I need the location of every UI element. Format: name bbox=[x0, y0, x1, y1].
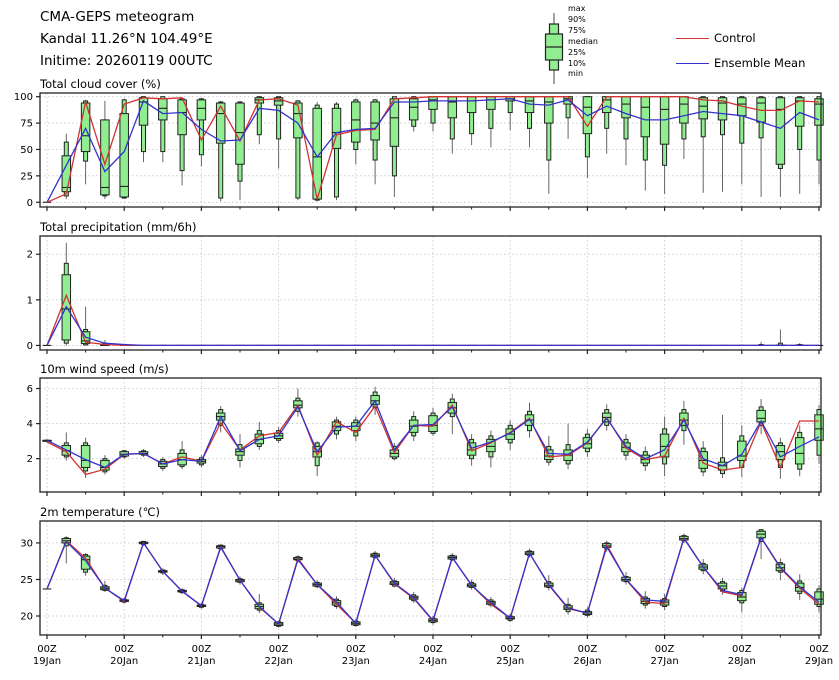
svg-text:00Z: 00Z bbox=[192, 644, 212, 655]
cloud-cover-chart: 0 25 50 75 100 bbox=[0, 85, 839, 215]
figure-header: CMA-GEPS meteogram Kandal 11.26°N 104.49… bbox=[40, 6, 213, 72]
svg-text:00Z: 00Z bbox=[578, 644, 598, 655]
svg-text:00Z: 00Z bbox=[732, 644, 752, 655]
wind-speed-chart: 2 4 6 bbox=[0, 370, 839, 500]
svg-text:00Z: 00Z bbox=[500, 644, 520, 655]
legend-control-label: Control bbox=[714, 31, 756, 45]
svg-text:75: 75 bbox=[20, 119, 33, 130]
temperature-chart: 20253000Z19Jan00Z20Jan00Z21Jan00Z22Jan00… bbox=[0, 513, 839, 680]
box-whisker-legend: max 90% 75% median 25% 10% min bbox=[568, 4, 598, 80]
page-title: CMA-GEPS meteogram bbox=[40, 6, 213, 28]
svg-text:22Jan: 22Jan bbox=[265, 656, 293, 667]
control-line-swatch bbox=[676, 38, 709, 39]
svg-text:20: 20 bbox=[20, 612, 33, 623]
svg-text:00Z: 00Z bbox=[114, 644, 134, 655]
ensemble-mean-line-swatch bbox=[676, 63, 709, 64]
svg-text:30: 30 bbox=[20, 538, 33, 549]
svg-text:100: 100 bbox=[14, 92, 33, 103]
svg-text:21Jan: 21Jan bbox=[187, 656, 215, 667]
svg-text:25: 25 bbox=[20, 171, 33, 182]
svg-text:00Z: 00Z bbox=[37, 644, 57, 655]
precipitation-chart: 0 1 2 bbox=[0, 228, 839, 358]
legend-label-75: 75% bbox=[568, 26, 598, 37]
svg-text:2: 2 bbox=[27, 250, 33, 261]
svg-text:00Z: 00Z bbox=[809, 644, 829, 655]
svg-text:26Jan: 26Jan bbox=[573, 656, 601, 667]
svg-text:27Jan: 27Jan bbox=[651, 656, 679, 667]
legend-label-median: median bbox=[568, 37, 598, 48]
box-whisker-icon bbox=[540, 8, 568, 88]
svg-text:28Jan: 28Jan bbox=[728, 656, 756, 667]
svg-text:20Jan: 20Jan bbox=[110, 656, 138, 667]
init-time: Initime: 20260119 00UTC bbox=[40, 50, 213, 72]
svg-text:00Z: 00Z bbox=[655, 644, 675, 655]
legend-label-max: max bbox=[568, 4, 598, 15]
svg-text:0: 0 bbox=[27, 341, 33, 352]
station-coordinates: Kandal 11.26°N 104.49°E bbox=[40, 28, 213, 50]
svg-text:19Jan: 19Jan bbox=[33, 656, 61, 667]
svg-text:25: 25 bbox=[20, 575, 33, 586]
svg-text:24Jan: 24Jan bbox=[419, 656, 447, 667]
svg-text:00Z: 00Z bbox=[269, 644, 289, 655]
svg-text:4: 4 bbox=[27, 419, 33, 430]
svg-text:2: 2 bbox=[27, 454, 33, 465]
svg-text:1: 1 bbox=[27, 295, 33, 306]
svg-text:00Z: 00Z bbox=[423, 644, 443, 655]
svg-text:00Z: 00Z bbox=[346, 644, 366, 655]
meteogram: CMA-GEPS meteogram Kandal 11.26°N 104.49… bbox=[0, 0, 839, 680]
svg-text:50: 50 bbox=[20, 145, 33, 156]
svg-text:25Jan: 25Jan bbox=[496, 656, 524, 667]
svg-text:6: 6 bbox=[27, 384, 33, 395]
svg-text:29Jan: 29Jan bbox=[805, 656, 833, 667]
svg-text:0: 0 bbox=[27, 198, 33, 209]
legend-label-90: 90% bbox=[568, 15, 598, 26]
legend-label-25: 25% bbox=[568, 48, 598, 59]
legend-label-min: min bbox=[568, 69, 598, 80]
legend-label-10: 10% bbox=[568, 59, 598, 70]
legend-ensemble-mean-label: Ensemble Mean bbox=[714, 56, 805, 70]
svg-text:23Jan: 23Jan bbox=[342, 656, 370, 667]
